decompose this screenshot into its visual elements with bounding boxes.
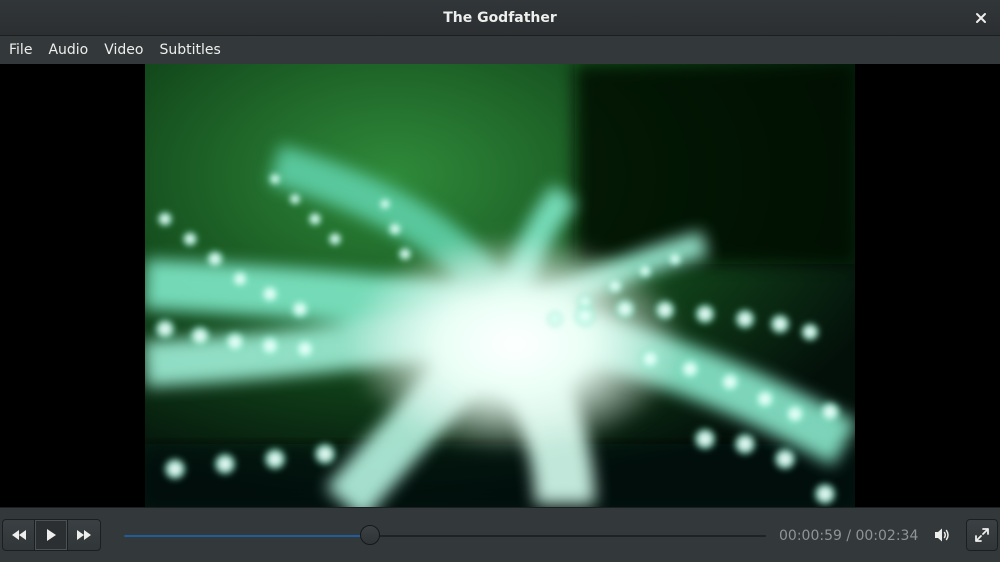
video-visualization [145,64,855,507]
transport-buttons [2,519,101,551]
rewind-icon [11,530,26,540]
seek-slider[interactable] [124,525,766,545]
close-icon [976,13,986,23]
video-frame[interactable] [145,64,855,507]
seek-handle[interactable] [359,525,380,545]
menu-file[interactable]: File [1,36,40,64]
menu-video[interactable]: Video [96,36,151,64]
seek-progress [124,535,370,537]
play-icon [47,529,56,541]
play-button[interactable] [35,519,68,551]
fullscreen-icon [975,528,989,542]
rewind-button[interactable] [2,519,35,551]
video-area[interactable] [0,64,1000,507]
control-bar: 00:00:59 / 00:02:34 [0,507,1000,562]
fullscreen-button[interactable] [966,519,998,551]
window-title: The Godfather [443,9,557,26]
fast-forward-icon [77,530,91,540]
fast-forward-button[interactable] [68,519,101,551]
volume-button[interactable] [930,522,956,548]
time-display: 00:00:59 / 00:02:34 [779,528,919,544]
titlebar: The Godfather [0,0,1000,36]
menu-audio[interactable]: Audio [40,36,96,64]
close-button[interactable] [970,7,992,29]
menubar: File Audio Video Subtitles [0,36,1000,64]
volume-icon [935,528,949,542]
menu-subtitles[interactable]: Subtitles [151,36,228,64]
